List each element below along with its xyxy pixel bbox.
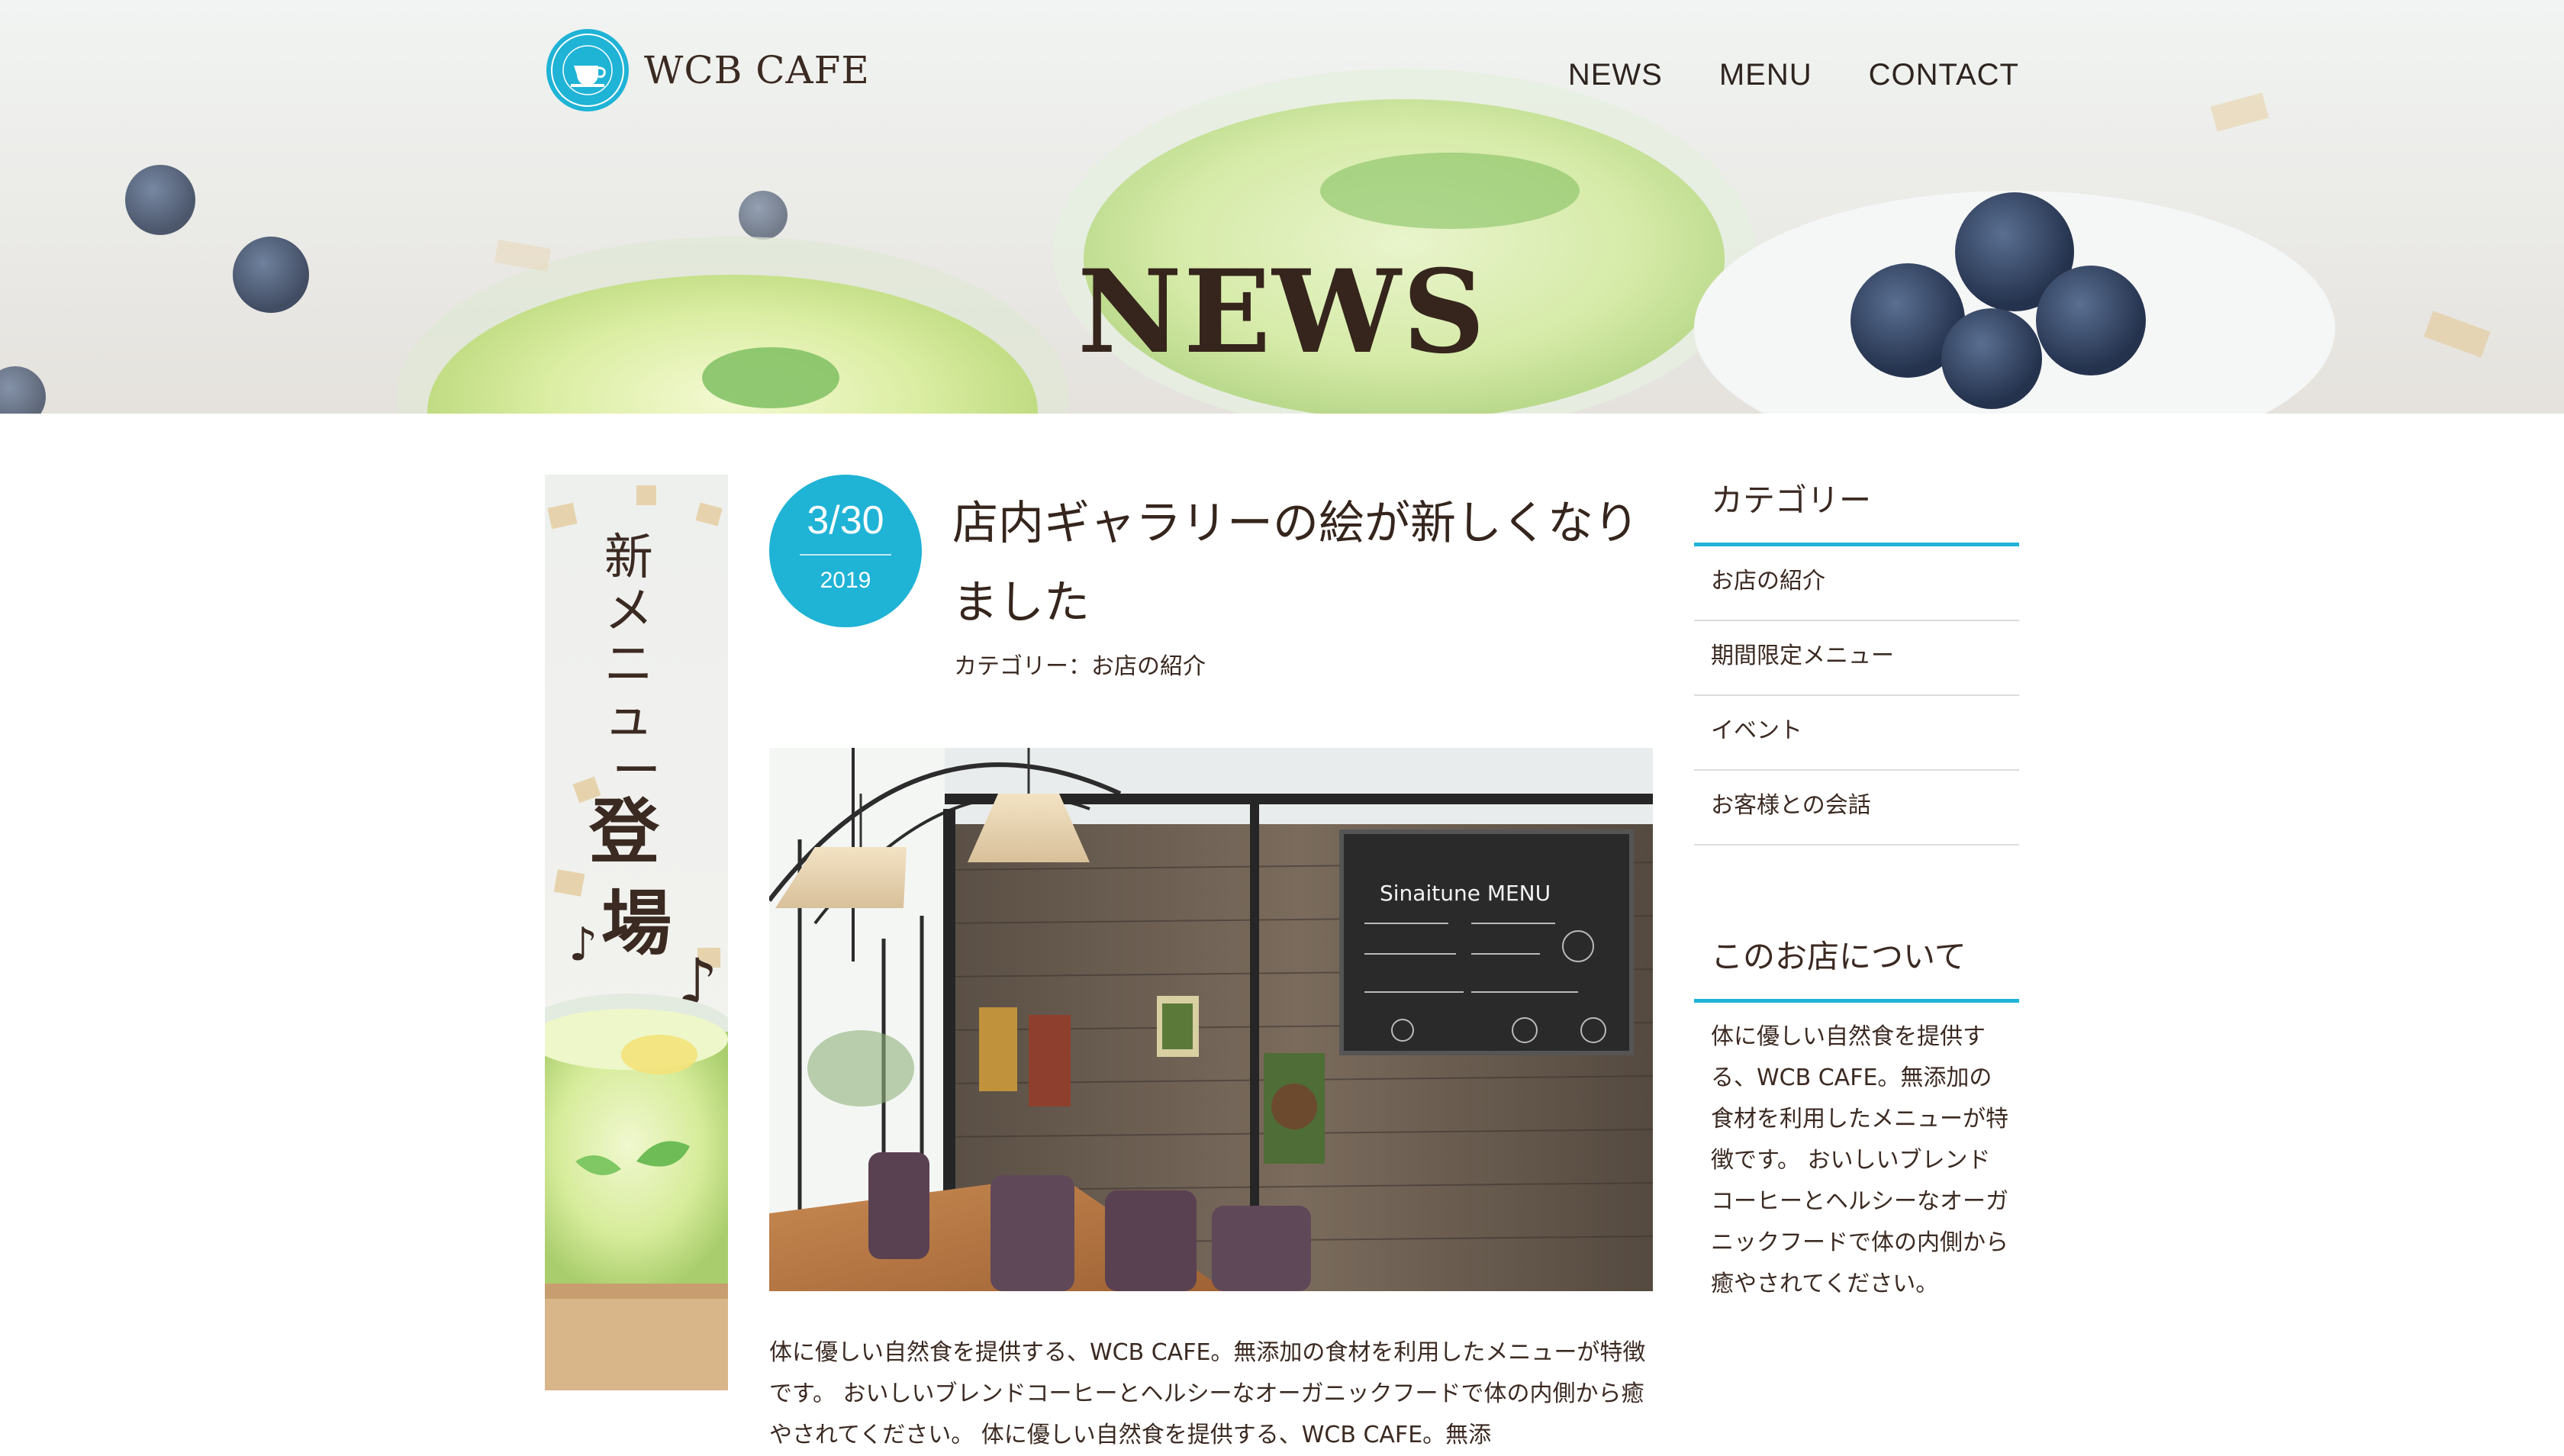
new-menu-banner[interactable]: 新 メ ニ ュ ー 登 場 ♪ ♪ [545,475,728,1390]
nav-menu[interactable]: MENU [1719,58,1812,92]
sidebar-about-heading: このお店について [1694,923,2019,1003]
sidebar-category-list: お店の紹介 期間限定メニュー イベント お客様との会話 [1694,546,2019,846]
sidebar-item-events[interactable]: イベント [1694,696,2019,771]
sidebar-category-heading: カテゴリー [1694,467,2019,546]
banner-text-new-menu: 新 メ ニ ュ ー [604,530,668,800]
post-title: 店内ギャラリーの絵が新しくなりました [952,497,1639,630]
site-logo[interactable]: WCB CAFE [545,27,870,113]
banner-note-left-icon: ♪ [569,918,598,971]
post-date-day: 3/30 [807,498,884,543]
post-date-year: 2019 [820,568,871,593]
nav-contact[interactable]: CONTACT [1869,58,2019,92]
sidebar-item-customer-talk[interactable]: お客様との会話 [1694,771,2019,846]
cafe-interior-photo-icon: Sinaitune MENU [769,748,1653,1291]
post-image: Sinaitune MENU [769,748,1653,1291]
menu-board-title: Sinaitune MENU [1380,881,1551,906]
nav-news[interactable]: NEWS [1568,58,1663,92]
date-divider [800,554,891,556]
sidebar-about-text: 体に優しい自然食を提供する、WCB CAFE。無添加の食材を利用したメニューが特… [1711,1023,2008,1297]
post-body: 体に優しい自然食を提供する、WCB CAFE。無添加の食材を利用したメニューが特… [769,1339,1646,1448]
sidebar-item-shop-intro[interactable]: お店の紹介 [1694,546,2019,621]
logo-text: WCB CAFE [644,48,870,92]
page-title: NEWS [1077,244,1487,379]
post-category[interactable]: カテゴリー：お店の紹介 [954,647,1206,681]
hero-header: WCB CAFE NEWS MENU CONTACT NEWS [0,0,2564,414]
logo-badge-icon [546,29,629,111]
sidebar-item-limited-menu[interactable]: 期間限定メニュー [1694,621,2019,696]
post-date-badge: 3/30 2019 [769,475,922,627]
main-nav: NEWS MENU CONTACT [1568,58,2019,92]
